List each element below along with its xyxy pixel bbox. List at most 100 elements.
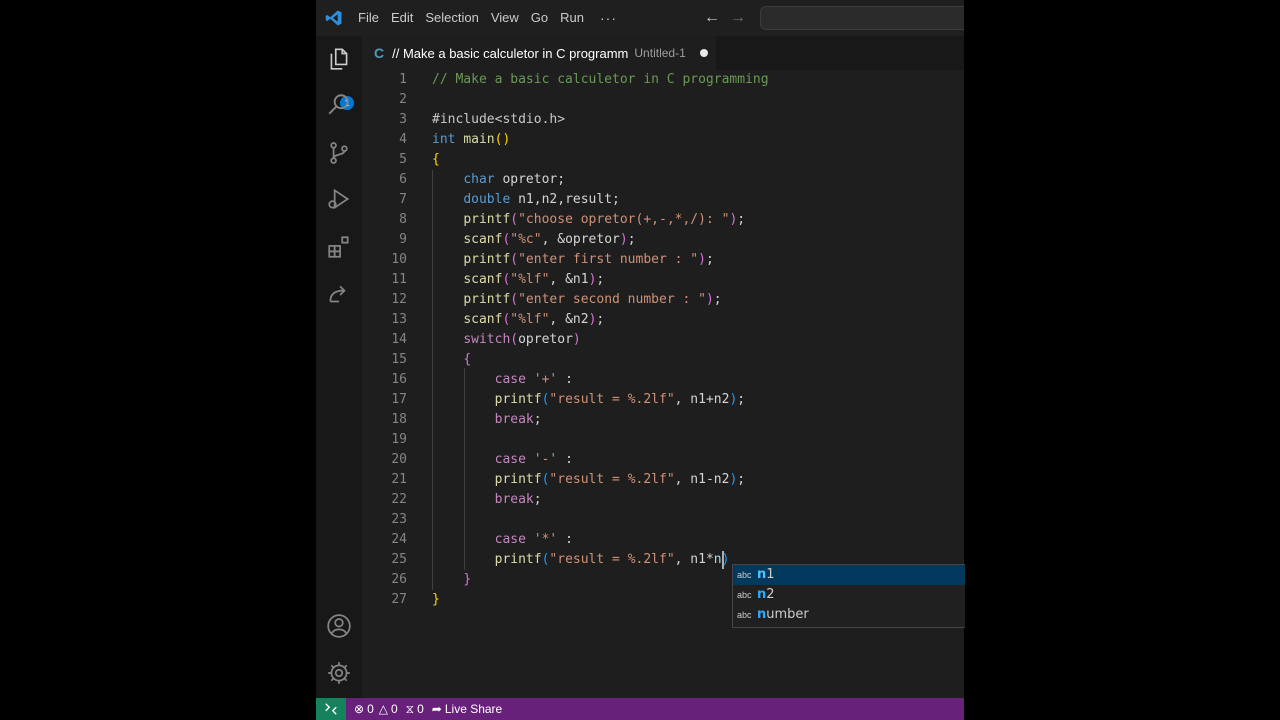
forward-arrow-icon[interactable]: → — [730, 9, 746, 27]
code-line: 9 scanf("%c", &opretor); — [362, 230, 964, 250]
explorer-icon[interactable] — [324, 44, 354, 74]
code-line: 8 printf("choose opretor(+,-,*,/): "); — [362, 210, 964, 230]
suggestion-item[interactable]: abc number — [733, 605, 965, 625]
code-text: printf("enter second number : "); — [432, 290, 722, 310]
code-text: scanf("%lf", &n1); — [432, 270, 604, 290]
run-debug-icon[interactable] — [324, 184, 354, 214]
problems-indicator[interactable]: ⊗ 0 △ 0 — [354, 702, 398, 716]
code-line: 15 { — [362, 350, 964, 370]
code-token: "enter second number : " — [518, 292, 706, 307]
line-number: 3 — [399, 112, 407, 127]
source-control-icon[interactable] — [324, 138, 354, 168]
line-number: 11 — [391, 272, 407, 287]
code-token: printf — [494, 392, 542, 407]
error-icon: ⊗ — [354, 702, 365, 716]
code-token: ( — [510, 292, 519, 307]
code-text: scanf("%c", &opretor); — [432, 230, 635, 250]
unsaved-dot-icon[interactable] — [699, 49, 708, 57]
code-line: 14 switch(opretor) — [362, 330, 964, 350]
back-arrow-icon[interactable]: ← — [704, 9, 720, 27]
command-center-search[interactable] — [760, 6, 964, 30]
live-share-button[interactable]: ➦ Live Share — [432, 702, 502, 716]
code-text: char opretor; — [432, 170, 565, 190]
code-line: 12 printf("enter second number : "); — [362, 290, 964, 310]
code-text: double n1,n2,result; — [432, 190, 620, 210]
code-token: ; — [713, 292, 722, 307]
line-number: 2 — [399, 92, 407, 107]
line-number: 1 — [399, 72, 407, 87]
menu-file[interactable]: File — [352, 0, 385, 36]
code-token: , n1-n2 — [674, 472, 730, 487]
tab-title: // Make a basic calculetor in C programm — [392, 45, 629, 61]
suggestion-rest: 1 — [766, 567, 775, 582]
menu-go[interactable]: Go — [525, 0, 554, 36]
code-text: // Make a basic calculetor in C programm… — [432, 70, 769, 90]
extensions-icon[interactable] — [324, 232, 354, 262]
code-token: , &n1 — [549, 272, 589, 287]
code-line: 6 char opretor; — [362, 170, 964, 190]
code-token: n1,n2,result; — [510, 192, 620, 207]
settings-gear-icon[interactable] — [324, 658, 354, 688]
suggestion-item[interactable]: abc n1 — [733, 565, 965, 585]
line-number: 21 — [391, 472, 407, 487]
code-text: break; — [432, 490, 542, 510]
suggestion-rest: 2 — [766, 587, 775, 602]
accounts-icon[interactable] — [324, 611, 354, 641]
code-token: "result = %.2lf" — [549, 552, 675, 567]
menu-selection[interactable]: Selection — [419, 0, 484, 36]
menu-edit[interactable]: Edit — [385, 0, 419, 36]
line-number: 17 — [391, 392, 407, 407]
code-text: } — [432, 590, 440, 610]
code-token: ) — [572, 332, 581, 347]
code-token: } — [463, 572, 472, 587]
code-token: #include<stdio.h> — [432, 112, 566, 127]
code-text: int main() — [432, 130, 510, 150]
code-token: case — [494, 372, 526, 387]
suggestion-rest: umber — [766, 607, 809, 622]
suggestion-item[interactable]: abc n2 — [733, 585, 965, 605]
suggestion-label: number — [757, 605, 809, 625]
ports-indicator[interactable]: ⧖ 0 — [406, 702, 424, 717]
line-number: 6 — [399, 172, 407, 187]
code-token: ) — [619, 232, 628, 247]
code-line: 5{ — [362, 150, 964, 170]
code-line: 16 case '+' : — [362, 370, 964, 390]
search-icon[interactable] — [324, 90, 354, 120]
code-token: n — [713, 552, 722, 567]
menu-run[interactable]: Run — [554, 0, 590, 36]
ports-count: 0 — [417, 702, 424, 716]
code-token: case — [494, 532, 526, 547]
code-line: 22 break; — [362, 490, 964, 510]
menu-more-button[interactable]: ··· — [590, 10, 627, 26]
code-token: { — [432, 152, 440, 167]
remote-indicator-button[interactable] — [316, 698, 346, 720]
code-token: , n1* — [674, 552, 714, 567]
live-share-icon[interactable] — [324, 280, 354, 310]
code-text: break; — [432, 410, 542, 430]
editor-tab-untitled-1[interactable]: C // Make a basic calculetor in C progra… — [362, 36, 716, 70]
code-token: ; — [737, 392, 746, 407]
code-line: 18 break; — [362, 410, 964, 430]
code-token: printf — [463, 292, 511, 307]
menu-view[interactable]: View — [485, 0, 525, 36]
suggestion-label: n2 — [757, 585, 775, 605]
line-number: 8 — [399, 212, 407, 227]
line-number: 7 — [399, 192, 407, 207]
code-line: 2 — [362, 90, 964, 110]
code-text: switch(opretor) — [432, 330, 581, 350]
code-token: double — [463, 192, 511, 207]
code-token: ( — [510, 212, 519, 227]
line-number: 22 — [391, 492, 407, 507]
word-kind-icon: abc — [737, 610, 752, 620]
code-text: { — [432, 150, 440, 170]
code-token: ; — [596, 312, 605, 327]
